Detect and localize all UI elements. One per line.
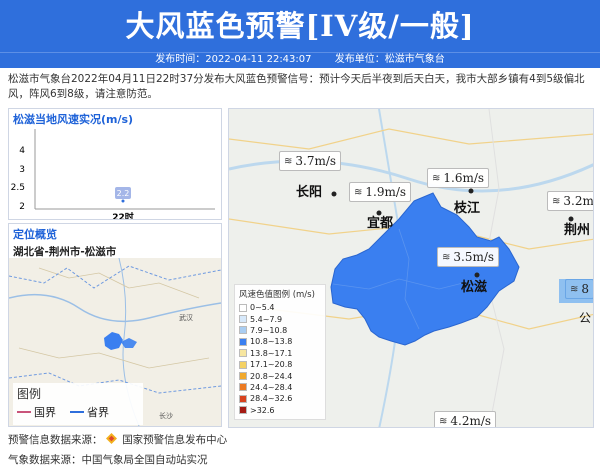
warning-description: 松滋市气象台2022年04月11日22时37分发布大风蓝色预警信号：预计今天后半… <box>8 73 585 100</box>
province-border-label: 省界 <box>87 406 109 419</box>
warning-center-logo-icon <box>105 433 117 444</box>
wind-speed-tag[interactable]: ≋ 3.5m/s <box>437 247 500 267</box>
wind-speed-value: 1.9m/s <box>365 185 407 199</box>
x-tick-label: 22时 <box>112 211 134 219</box>
city-label: 公 <box>579 311 592 325</box>
legend-label: 0~5.4 <box>250 303 275 313</box>
wind-speed-panel-title: 松滋当地风速实况(m/s) <box>13 113 134 126</box>
location-overview-panel: 定位概览 湖北省-荆州市-松滋市 武汉 长沙 图例 国界 省界 <box>8 223 222 427</box>
city-marker <box>331 191 337 197</box>
city-label: 长阳 <box>296 185 323 200</box>
wind-icon: ≋ <box>552 195 561 207</box>
wind-icon: ≋ <box>570 283 579 295</box>
publish-time: 发布时间：2022-04-11 22:43:07 <box>155 54 312 65</box>
overview-legend: 图例 国界 省界 <box>13 383 143 425</box>
legend-swatch <box>239 372 247 381</box>
location-panel-title: 定位概览 <box>13 228 57 241</box>
legend-title: 图例 <box>17 387 42 401</box>
legend-row: >32.6 <box>239 405 321 416</box>
legend-swatch <box>239 315 247 324</box>
wind-speed-tag[interactable]: ≋ 8 <box>565 279 593 299</box>
city-label: 松滋 <box>461 280 488 295</box>
wind-speed-value: 3.7m/s <box>295 154 337 168</box>
city-marker <box>468 188 474 194</box>
wind-speed-value: 3.2m/s <box>563 194 594 208</box>
legend-label: 7.9~10.8 <box>250 325 288 335</box>
national-border-label: 国界 <box>34 406 56 419</box>
y-tick-label: 4 <box>19 146 25 156</box>
wind-speed-tag[interactable]: ≋ 3.7m/s <box>279 151 342 171</box>
wind-icon: ≋ <box>284 155 293 167</box>
legend-swatch <box>239 360 247 369</box>
wind-speed-tag[interactable]: ≋ 1.9m/s <box>349 182 412 202</box>
data-point <box>121 199 125 203</box>
wind-speed-chart: 4 3 2.5 2 2.2 22时 <box>11 129 215 219</box>
legend-label: 24.4~28.4 <box>250 382 293 392</box>
bar-data-label: 2.2 <box>117 189 130 198</box>
legend-label: 17.1~20.8 <box>250 360 293 370</box>
legend-row: 20.8~24.4 <box>239 370 321 381</box>
warning-title: 大风蓝色预警[IV级/一般] <box>125 9 475 43</box>
y-tick-label: 2.5 <box>11 183 25 193</box>
city-label: 武汉 <box>179 313 193 322</box>
legend-swatch <box>239 383 247 392</box>
legend-row: 7.9~10.8 <box>239 325 321 336</box>
legend-swatch <box>239 303 247 312</box>
legend-row: 28.4~32.6 <box>239 393 321 404</box>
wind-icon: ≋ <box>354 186 363 198</box>
legend-row: 17.1~20.8 <box>239 359 321 370</box>
legend-row: 0~5.4 <box>239 302 321 313</box>
location-path: 湖北省-荆州市-松滋市 <box>13 246 117 258</box>
legend-row: 13.8~17.1 <box>239 348 321 359</box>
legend-row: 5.4~7.9 <box>239 313 321 324</box>
warning-source-line: 预警信息数据来源： 国家预警信息发布中心 <box>8 432 227 447</box>
legend-swatch <box>239 349 247 358</box>
wind-speed-tag[interactable]: ≋ 1.6m/s <box>427 168 490 188</box>
publisher: 发布单位：松滋市气象台 <box>334 54 445 65</box>
wind-icon: ≋ <box>439 415 448 427</box>
legend-label: 10.8~13.8 <box>250 337 293 347</box>
legend-row: 24.4~28.4 <box>239 382 321 393</box>
warning-header: 大风蓝色预警[IV级/一般] <box>0 0 600 52</box>
wind-speed-tag[interactable]: ≋ 4.2m/s <box>434 411 497 428</box>
y-tick-label: 3 <box>19 165 25 175</box>
national-border-swatch <box>17 411 31 413</box>
legend-label: 5.4~7.9 <box>250 314 283 324</box>
city-label: 长沙 <box>159 411 173 420</box>
legend-label: >32.6 <box>250 405 275 415</box>
wind-speed-panel: 松滋当地风速实况(m/s) 4 3 2.5 2 2.2 22时 <box>8 108 222 220</box>
legend-swatch <box>239 394 247 403</box>
wind-speed-value: 1.6m/s <box>443 171 485 185</box>
legend-row: 10.8~13.8 <box>239 336 321 347</box>
wind-speed-tag[interactable]: ≋3.2m/s <box>547 191 594 211</box>
legend-label: 13.8~17.1 <box>250 348 293 358</box>
wind-speed-value: 8 <box>581 282 590 296</box>
wind-speed-map[interactable]: 长阳 宜都 枝江 荆州 松滋 公 ≋ 3.7m/s ≋ 1.9m/s ≋ 1.6m/s… <box>228 108 594 428</box>
city-label: 枝江 <box>454 201 481 216</box>
warning-source-name[interactable]: 国家预警信息发布中心 <box>122 434 227 446</box>
warning-source-label: 预警信息数据来源： <box>8 434 103 446</box>
legend-title: 风速色值图例 (m/s) <box>239 290 315 300</box>
legend-swatch <box>239 337 247 346</box>
legend-label: 28.4~32.6 <box>250 394 293 404</box>
y-tick-label: 2 <box>19 202 25 212</box>
city-label: 宜都 <box>367 216 394 231</box>
warning-meta-bar: 发布时间：2022-04-11 22:43:07 发布单位：松滋市气象台 <box>0 52 600 68</box>
legend-swatch <box>239 406 247 415</box>
wind-speed-value: 4.2m/s <box>450 414 492 428</box>
wind-speed-color-legend: 风速色值图例 (m/s) 0~5.4 5.4~7.9 7.9~10.8 10.8… <box>234 284 326 420</box>
city-label: 荆州 <box>564 223 591 238</box>
province-border-swatch <box>70 411 84 413</box>
legend-swatch <box>239 326 247 335</box>
wind-icon: ≋ <box>432 172 441 184</box>
wind-icon: ≋ <box>442 251 451 263</box>
wind-speed-value: 3.5m/s <box>453 250 495 264</box>
legend-label: 20.8~24.4 <box>250 371 293 381</box>
weather-source-line: 气象数据来源：中国气象局全国自动站实况 <box>8 454 208 466</box>
